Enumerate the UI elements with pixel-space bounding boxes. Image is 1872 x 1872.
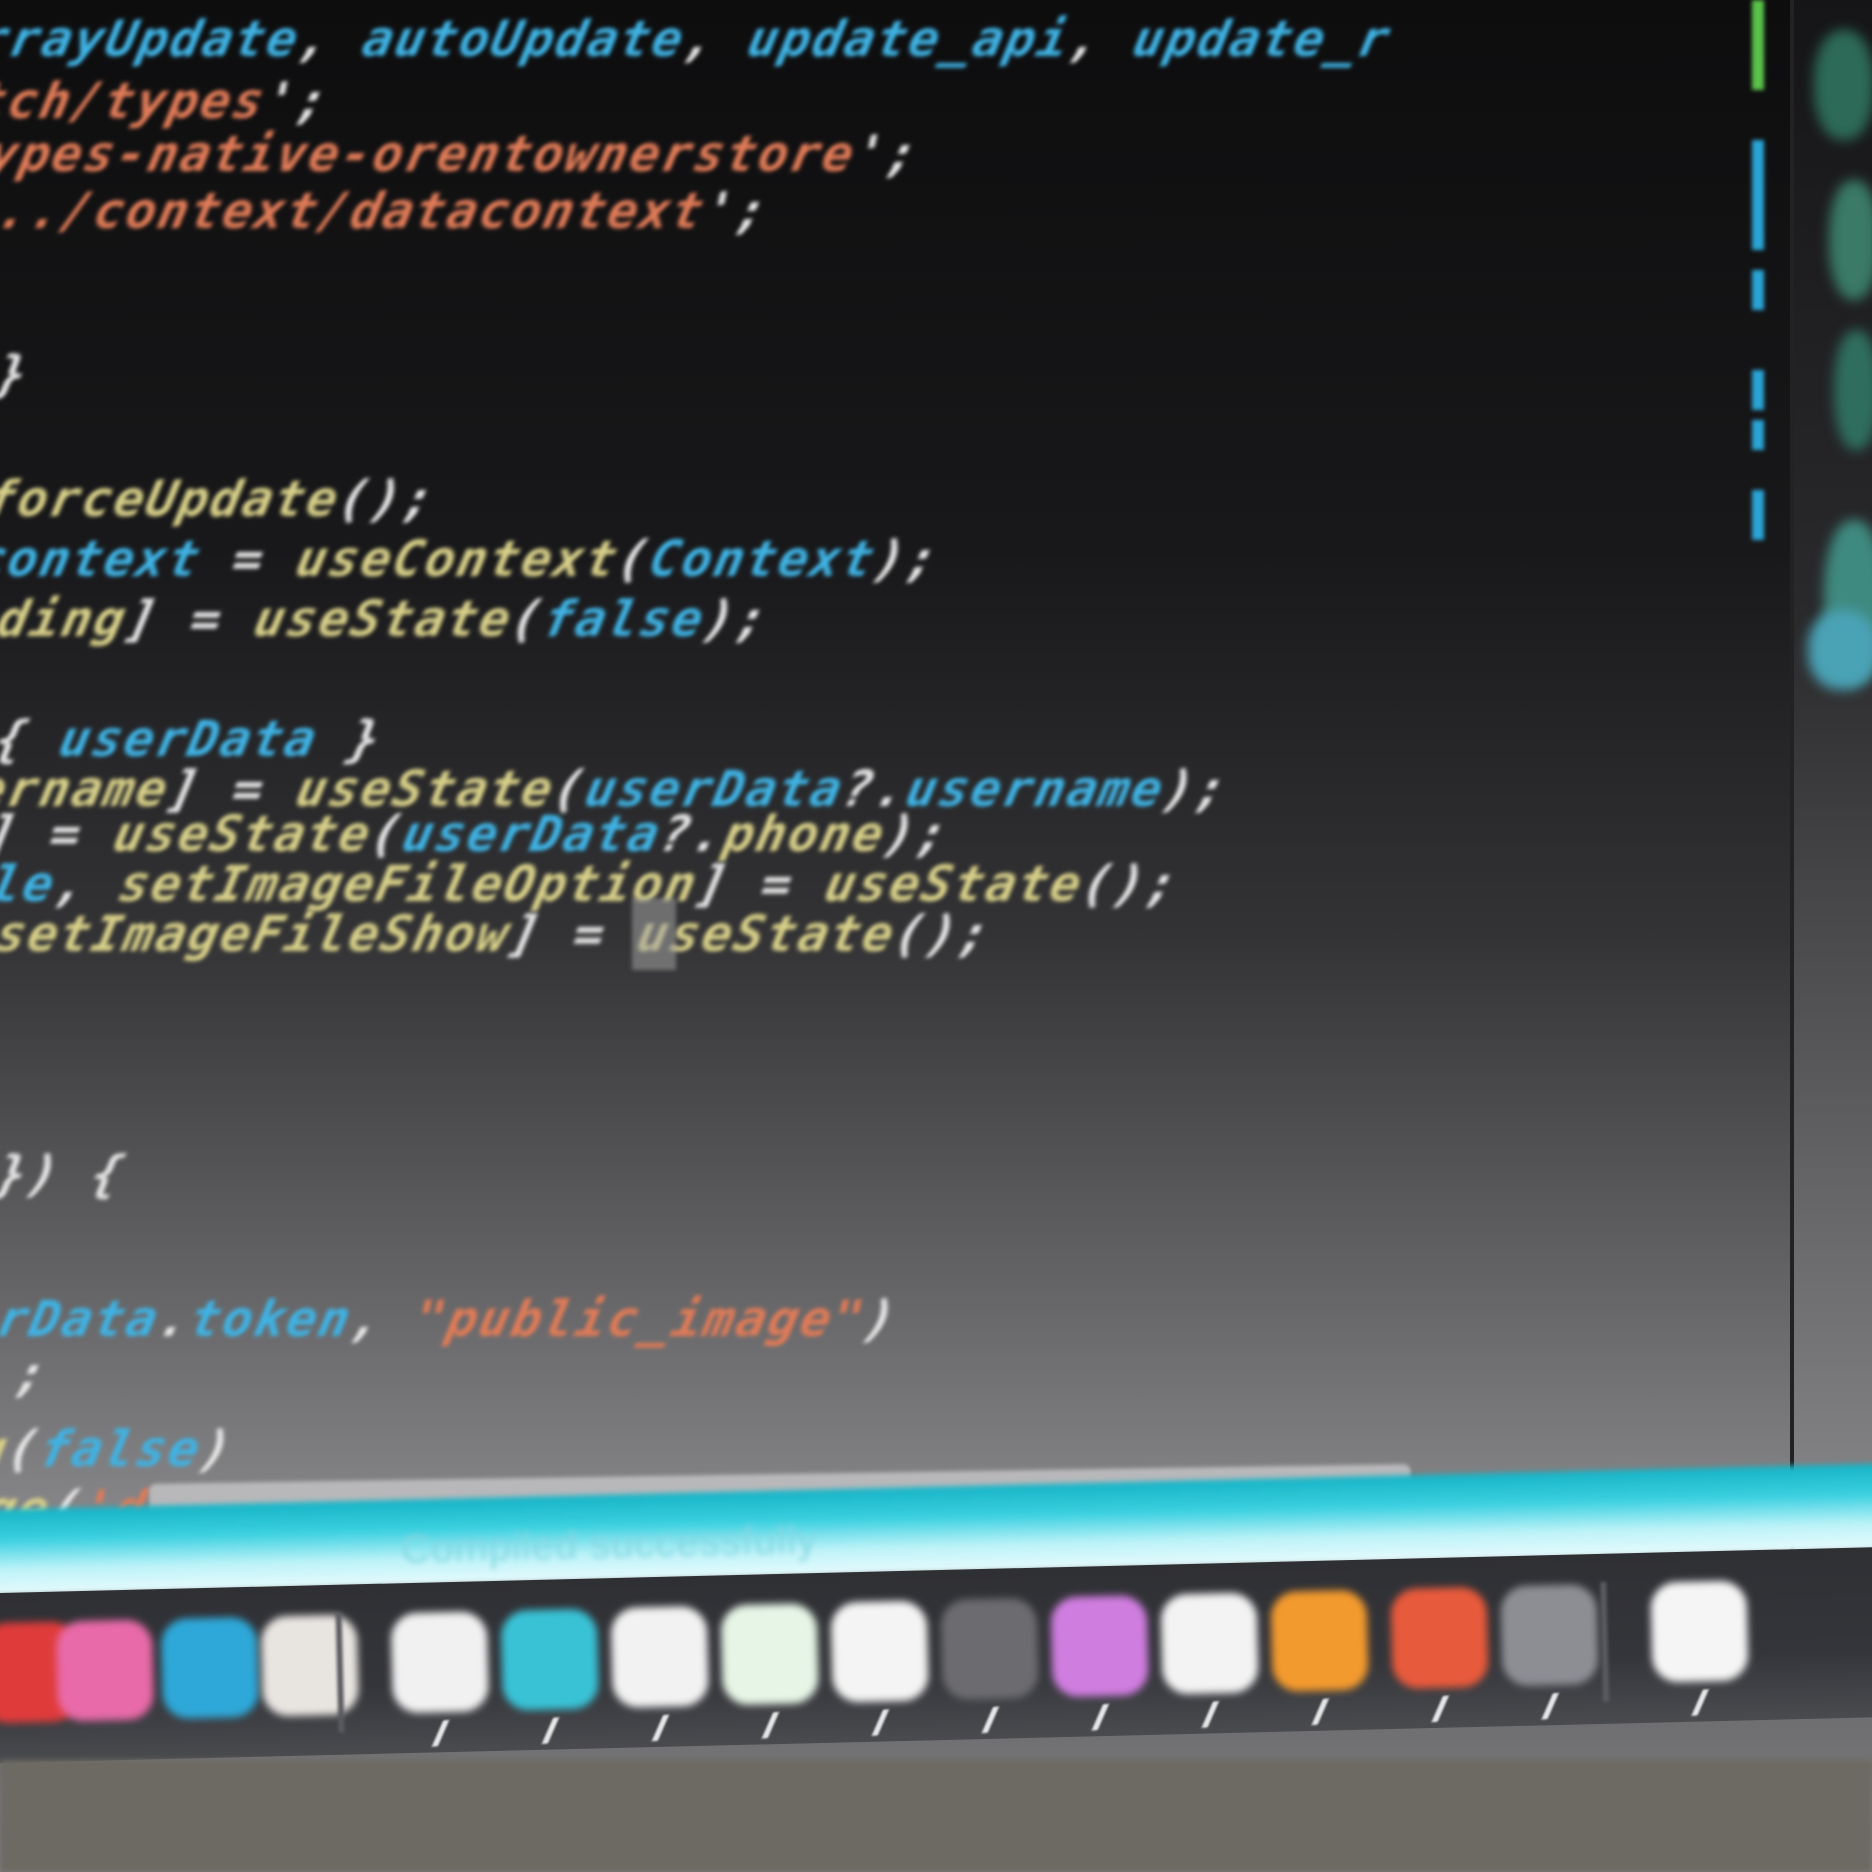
white-app-icon-4[interactable] bbox=[1160, 1592, 1259, 1695]
code-token: tch/types bbox=[0, 72, 272, 130]
running-indicator bbox=[651, 1714, 670, 1742]
running-indicator bbox=[871, 1709, 890, 1736]
code-token: token bbox=[184, 1290, 358, 1348]
minimap-marker bbox=[1752, 270, 1764, 310]
code-token: ); bbox=[698, 590, 775, 648]
code-line[interactable]: ; bbox=[10, 1345, 54, 1403]
running-indicator bbox=[1541, 1692, 1559, 1720]
plant-leaf bbox=[1814, 30, 1872, 140]
code-token: (); bbox=[888, 905, 998, 963]
code-line[interactable]: } bbox=[0, 345, 34, 403]
running-indicator bbox=[1311, 1698, 1330, 1726]
code-token: erData bbox=[0, 1290, 165, 1348]
code-line[interactable]: types-native-orentownerstore'; bbox=[0, 125, 925, 183]
code-token: '; bbox=[698, 182, 775, 240]
code-line[interactable]: g(false) bbox=[0, 1420, 239, 1478]
running-indicator bbox=[431, 1720, 450, 1747]
running-indicator bbox=[1091, 1703, 1110, 1731]
white-app-icon-3[interactable] bbox=[830, 1600, 929, 1703]
photo-of-monitor: arrayUpdate, autoUpdate, update_api, upd… bbox=[0, 0, 1872, 1872]
code-line[interactable]: context = useContext(Context); bbox=[0, 530, 945, 588]
running-indicator bbox=[1201, 1701, 1220, 1728]
code-token: ] = bbox=[120, 590, 262, 648]
code-editor[interactable]: arrayUpdate, autoUpdate, update_api, upd… bbox=[0, 0, 1790, 1560]
minimap-marker bbox=[1752, 0, 1764, 90]
desk-surface bbox=[0, 1760, 1872, 1872]
orange-app-icon[interactable] bbox=[1270, 1589, 1369, 1692]
code-token: forceUpdate bbox=[0, 470, 346, 528]
code-token: = bbox=[194, 530, 304, 588]
running-indicator bbox=[981, 1706, 1000, 1734]
text-cursor bbox=[632, 898, 676, 970]
code-token: (); bbox=[333, 470, 442, 528]
code-token: autoUpdate bbox=[357, 10, 691, 68]
plant-leaf bbox=[1834, 330, 1872, 450]
code-token: ] = bbox=[503, 905, 645, 963]
code-line[interactable]: setImageFileShow] = useState(); bbox=[0, 905, 998, 963]
code-token: update_api bbox=[742, 10, 1076, 68]
pink-app-icon[interactable] bbox=[55, 1619, 155, 1722]
white-app-icon-1[interactable] bbox=[390, 1611, 490, 1714]
minimap-marker bbox=[1752, 370, 1764, 410]
code-token: }) { bbox=[0, 1145, 131, 1203]
code-token: '; bbox=[848, 125, 926, 183]
code-token: Context bbox=[644, 530, 882, 588]
colorful-app-icon[interactable] bbox=[1390, 1586, 1489, 1690]
code-token: context bbox=[0, 530, 208, 588]
code-token: } bbox=[0, 345, 35, 403]
plant-leaf bbox=[1829, 180, 1872, 300]
code-token: ; bbox=[10, 1345, 55, 1403]
code-token: ); bbox=[1157, 760, 1235, 818]
plant-leaf bbox=[1808, 610, 1872, 690]
code-token: ading bbox=[0, 590, 133, 648]
code-line[interactable]: }) { bbox=[0, 1145, 131, 1203]
code-token: setImageFileShow bbox=[0, 905, 516, 963]
messages-icon[interactable] bbox=[160, 1616, 260, 1720]
running-indicator bbox=[761, 1712, 780, 1739]
minimap-marker bbox=[1752, 420, 1764, 450]
launchpad-icon[interactable] bbox=[1500, 1584, 1599, 1687]
safari-icon[interactable] bbox=[500, 1608, 599, 1711]
terminal-icon[interactable] bbox=[940, 1597, 1039, 1701]
code-line[interactable]: tch/types'; bbox=[0, 72, 335, 130]
status-text: Compiled successfully bbox=[400, 1517, 819, 1572]
code-token: ); bbox=[868, 530, 946, 588]
green-app-icon[interactable] bbox=[720, 1603, 819, 1706]
running-indicator bbox=[1691, 1689, 1709, 1716]
running-indicator bbox=[541, 1717, 560, 1744]
code-token: update_r bbox=[1127, 10, 1398, 68]
minimap-marker bbox=[1752, 490, 1764, 540]
dock-separator bbox=[1600, 1581, 1610, 1702]
calendar-icon[interactable] bbox=[260, 1614, 360, 1717]
code-token: '; bbox=[258, 72, 336, 130]
code-token: types-native-orentownerstore bbox=[0, 125, 862, 183]
code-token: "public_image" bbox=[409, 1290, 872, 1348]
white-app-icon-2[interactable] bbox=[610, 1605, 709, 1709]
minimap-scroll-indicators[interactable] bbox=[1748, 0, 1772, 560]
code-line[interactable]: erData.token, "public_image") bbox=[0, 1290, 903, 1348]
code-token: '../context/datacontext bbox=[0, 182, 711, 240]
code-token: useContext bbox=[291, 530, 625, 588]
code-token: false bbox=[537, 590, 711, 648]
code-line[interactable]: forceUpdate(); bbox=[0, 470, 442, 528]
finder-icon[interactable] bbox=[1650, 1580, 1749, 1683]
running-indicator bbox=[1431, 1695, 1449, 1723]
minimap-marker bbox=[1752, 140, 1764, 250]
purple-app-icon[interactable] bbox=[1050, 1595, 1149, 1698]
code-line[interactable]: '../context/datacontext'; bbox=[0, 182, 775, 240]
code-line[interactable]: ading] = useState(false); bbox=[0, 590, 775, 648]
code-token: arrayUpdate bbox=[0, 10, 306, 68]
side-panel bbox=[1790, 0, 1872, 1560]
code-token: (); bbox=[1076, 855, 1186, 913]
code-line[interactable]: arrayUpdate, autoUpdate, update_api, upd… bbox=[0, 10, 1397, 68]
code-token: false bbox=[34, 1420, 208, 1478]
code-token: useState bbox=[248, 590, 519, 648]
